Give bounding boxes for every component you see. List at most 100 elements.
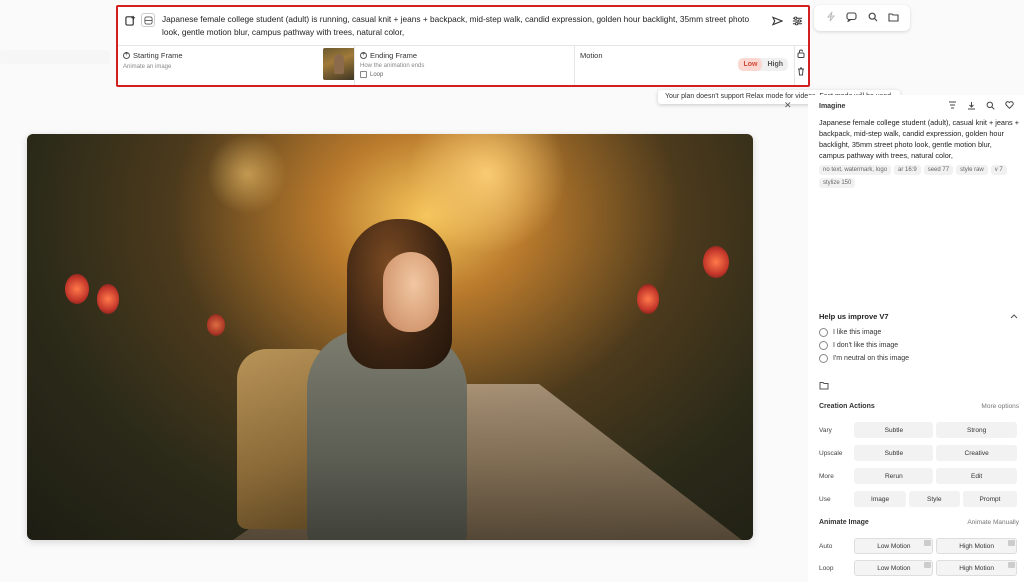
parameter-tag[interactable]: seed 77: [923, 165, 954, 175]
row-label: Loop: [819, 564, 834, 572]
divider: [574, 46, 575, 85]
vary-subtle-button[interactable]: Subtle: [854, 422, 934, 438]
prompt-row: Japanese female college student (adult) …: [118, 7, 808, 45]
unlock-icon[interactable]: [797, 49, 805, 60]
checkbox[interactable]: [360, 71, 367, 78]
lantern: [207, 314, 225, 336]
lantern: [65, 274, 89, 304]
starting-frame-sub: Animate an image: [123, 64, 172, 70]
parameter-tag[interactable]: no text, watermark, logo: [819, 165, 892, 175]
motion-high-option[interactable]: High: [762, 58, 788, 71]
starting-frame-thumbnail[interactable]: [323, 48, 355, 80]
more-options-link[interactable]: More options: [981, 403, 1019, 410]
sidebar-header: Imagine: [819, 100, 1014, 112]
heart-icon[interactable]: [1005, 100, 1014, 112]
more-row: More Rerun Edit: [819, 468, 1020, 484]
feedback-option-label: I don't like this image: [833, 342, 899, 349]
sidebar-title: Imagine: [819, 102, 846, 110]
feedback-option-label: I like this image: [833, 329, 882, 336]
download-icon[interactable]: [967, 101, 976, 112]
background-placeholder: [0, 50, 110, 64]
row-label: Vary: [819, 426, 832, 434]
badge-icon: [1008, 562, 1015, 568]
feedback-title: Help us improve V7: [819, 312, 889, 321]
upscale-row: Upscale Subtle Creative: [819, 445, 1020, 461]
button-label: High Motion: [959, 542, 994, 550]
rerun-button[interactable]: Rerun: [854, 468, 934, 484]
upscale-creative-button[interactable]: Creative: [936, 445, 1017, 461]
animate-loop-row: Loop Low Motion High Motion: [819, 560, 1020, 576]
prompt-text-input[interactable]: Japanese female college student (adult) …: [162, 13, 762, 38]
use-prompt-button[interactable]: Prompt: [962, 491, 1018, 507]
creation-actions-header: Creation Actions More options: [819, 403, 1019, 410]
add-icon: +: [123, 52, 130, 59]
radio[interactable]: [819, 341, 828, 350]
badge-icon: [1008, 540, 1015, 546]
radio[interactable]: [819, 328, 828, 337]
add-icon: +: [360, 52, 367, 59]
search-icon[interactable]: [986, 101, 995, 112]
trash-icon[interactable]: [797, 67, 805, 78]
animate-manually-link[interactable]: Animate Manually: [967, 519, 1019, 526]
motion-low-option[interactable]: Low: [738, 58, 763, 71]
settings-panel-icon[interactable]: [141, 13, 155, 27]
feedback-header[interactable]: Help us improve V7: [819, 312, 1018, 321]
prompt-panel: Japanese female college student (adult) …: [116, 5, 810, 87]
send-icon[interactable]: [770, 14, 784, 28]
feedback-option-dislike[interactable]: I don't like this image: [819, 341, 909, 350]
row-label: Auto: [819, 542, 833, 550]
use-image-button[interactable]: Image: [854, 491, 906, 507]
frame-side-icons: [797, 49, 805, 78]
creation-actions-title: Creation Actions: [819, 403, 875, 410]
feedback-option-label: I'm neutral on this image: [833, 355, 910, 362]
chat-icon[interactable]: [845, 11, 859, 25]
details-sidebar: Imagine Japanese female college student …: [808, 95, 1024, 582]
use-style-button[interactable]: Style: [908, 491, 960, 507]
vary-row: Vary Subtle Strong: [819, 422, 1020, 438]
ending-frame-label: Ending Frame: [370, 51, 418, 60]
button-label: Low Motion: [877, 542, 911, 550]
generated-image[interactable]: [27, 134, 753, 540]
ending-frame-sub: How the animation ends: [360, 63, 425, 69]
sliders-icon[interactable]: [790, 14, 804, 28]
loop-low-motion-button[interactable]: Low Motion: [854, 560, 934, 576]
motion-toggle[interactable]: Low High: [738, 58, 788, 71]
chevron-up-icon[interactable]: [1010, 312, 1018, 321]
folder-icon[interactable]: [819, 381, 829, 392]
parameter-tag[interactable]: v 7: [990, 165, 1007, 175]
parameter-tag[interactable]: style raw: [956, 165, 988, 175]
lantern: [637, 284, 659, 314]
auto-low-motion-button[interactable]: Low Motion: [854, 538, 934, 554]
feedback-option-neutral[interactable]: I'm neutral on this image: [819, 354, 909, 363]
auto-high-motion-button[interactable]: High Motion: [936, 538, 1017, 554]
animate-image-title: Animate Image: [819, 519, 869, 526]
starting-frame[interactable]: + Starting Frame Animate an image: [123, 46, 355, 85]
button-label: High Motion: [959, 564, 994, 572]
folder-icon[interactable]: [887, 12, 901, 25]
button-label: Low Motion: [877, 564, 911, 572]
parameter-tag[interactable]: ar 16:9: [894, 165, 921, 175]
bolt-icon[interactable]: [824, 11, 838, 25]
close-icon[interactable]: ✕: [784, 100, 792, 111]
sidebar-prompt: Japanese female college student (adult),…: [819, 118, 1019, 160]
parameter-tags: no text, watermark, logo ar 16:9 seed 77…: [819, 165, 1014, 188]
vary-strong-button[interactable]: Strong: [936, 422, 1017, 438]
loop-checkbox[interactable]: Loop: [360, 71, 383, 78]
divider: [794, 46, 795, 85]
ending-frame[interactable]: + Ending Frame How the animation ends Loo…: [360, 46, 570, 85]
loop-label: Loop: [370, 71, 384, 78]
top-toolbar: [814, 5, 910, 31]
edit-button[interactable]: Edit: [936, 468, 1017, 484]
radio[interactable]: [819, 354, 828, 363]
upscale-subtle-button[interactable]: Subtle: [854, 445, 934, 461]
search-icon[interactable]: [866, 12, 880, 25]
filter-icon[interactable]: [948, 101, 957, 112]
sidebar-header-icons: [948, 100, 1014, 112]
badge-icon: [924, 540, 932, 546]
parameter-tag[interactable]: stylize 150: [819, 178, 856, 188]
row-label: Upscale: [819, 449, 843, 457]
lantern: [97, 284, 119, 314]
feedback-option-like[interactable]: I like this image: [819, 328, 909, 337]
loop-high-motion-button[interactable]: High Motion: [936, 560, 1017, 576]
image-prompt-icon[interactable]: [123, 13, 137, 27]
